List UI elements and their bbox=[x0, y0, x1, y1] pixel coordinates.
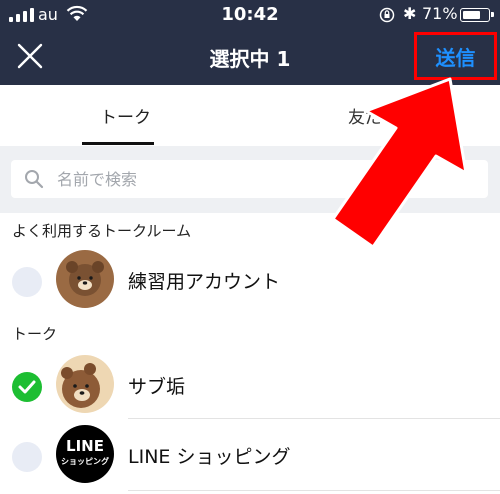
list-item[interactable]: 練習用アカウント bbox=[0, 245, 500, 313]
line-shopping-logo: LINE ショッピング bbox=[56, 425, 114, 483]
select-checkbox[interactable] bbox=[12, 267, 42, 297]
search-icon bbox=[25, 170, 44, 189]
search-box[interactable] bbox=[11, 160, 488, 198]
contact-name: サブ垢 bbox=[128, 376, 186, 398]
battery-icon bbox=[460, 8, 494, 22]
section-title-talk: トーク bbox=[12, 325, 58, 343]
tab-friends[interactable]: 友だ bbox=[348, 103, 382, 128]
contact-name: 練習用アカウント bbox=[128, 271, 281, 293]
divider bbox=[128, 418, 500, 419]
rotation-lock-icon bbox=[379, 7, 395, 23]
section-title-frequent: よく利用するトークルーム bbox=[12, 222, 192, 240]
select-checkbox[interactable] bbox=[12, 442, 42, 472]
brown-bear-avatar bbox=[56, 250, 114, 308]
list-item[interactable]: LINE ショッピング LINE ショッピング bbox=[0, 420, 500, 488]
select-checkbox-checked[interactable] bbox=[12, 372, 42, 402]
list-item[interactable]: サブ垢 bbox=[0, 350, 500, 418]
checkmark-icon bbox=[18, 380, 36, 394]
tab-talk[interactable]: トーク bbox=[100, 103, 151, 128]
battery-percent: 71% bbox=[422, 4, 458, 23]
contact-name: LINE ショッピング bbox=[128, 446, 291, 468]
search-input[interactable] bbox=[57, 167, 457, 191]
header: au 10:42 ✱ 71% 選択中 1 送信 bbox=[0, 0, 500, 85]
active-tab-indicator bbox=[82, 142, 154, 145]
brown-bear-avatar bbox=[56, 355, 114, 413]
tab-bar: トーク 友だ bbox=[0, 85, 500, 146]
send-button[interactable]: 送信 bbox=[414, 32, 497, 80]
status-bar: au 10:42 ✱ 71% bbox=[0, 0, 500, 30]
bluetooth-icon: ✱ bbox=[403, 4, 417, 23]
search-area bbox=[0, 146, 500, 213]
divider bbox=[128, 490, 500, 491]
